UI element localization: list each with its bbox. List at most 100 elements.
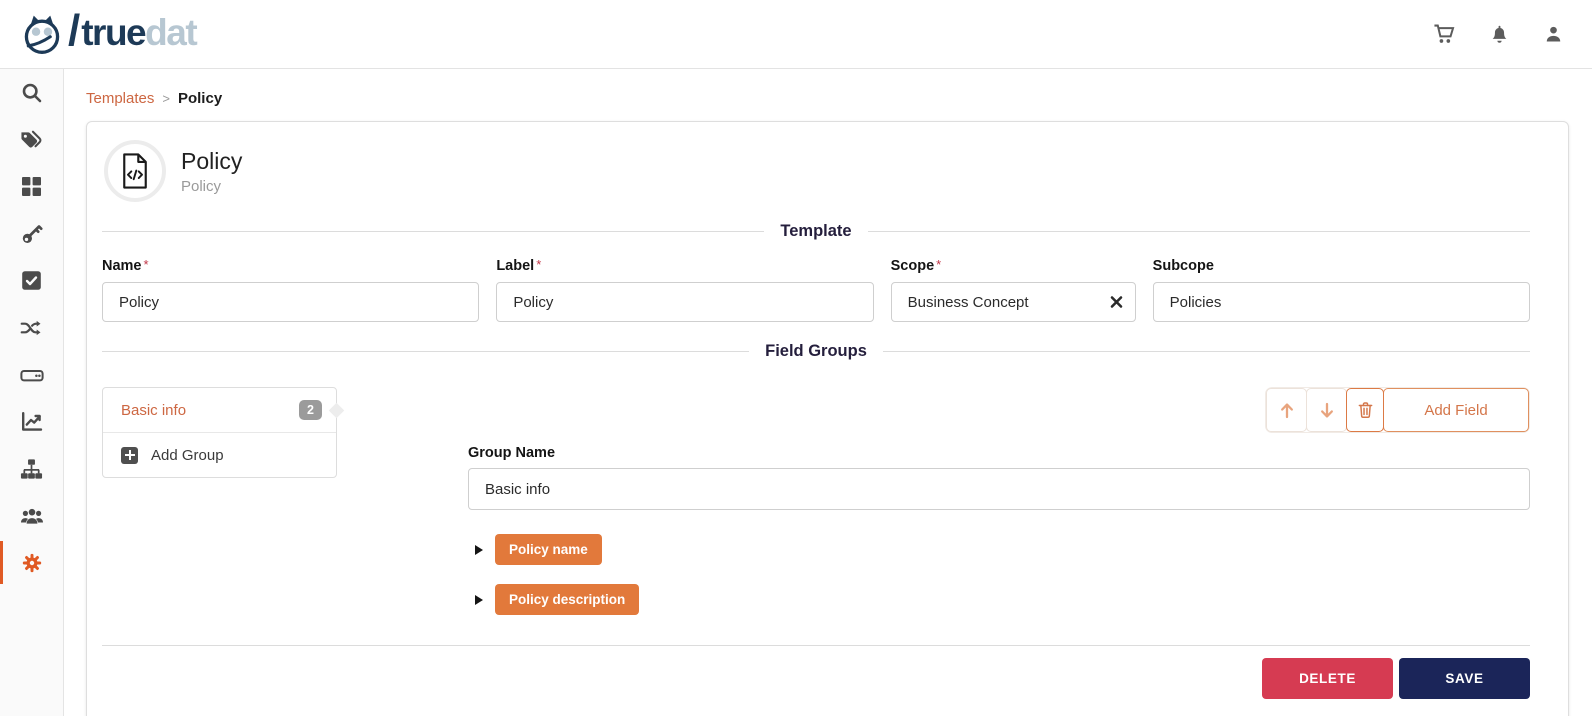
page-title: Policy: [181, 148, 242, 175]
move-down-button[interactable]: [1306, 388, 1347, 432]
file-code-icon: [118, 152, 152, 190]
save-button[interactable]: SAVE: [1399, 658, 1530, 699]
user-icon[interactable]: [1543, 23, 1564, 45]
delete-group-button[interactable]: [1346, 388, 1384, 432]
sidebar-item-drive[interactable]: [0, 351, 63, 398]
breadcrumb: Templates > Policy: [86, 90, 1592, 107]
template-avatar: [104, 140, 166, 202]
group-list: Basic info 2 Add Group: [102, 387, 337, 478]
group-item-basic-info[interactable]: Basic info 2: [103, 388, 336, 433]
add-field-label: Add Field: [1424, 402, 1487, 419]
sidebar-item-check[interactable]: [0, 257, 63, 304]
bell-icon[interactable]: [1489, 23, 1510, 45]
scope-label: Scope: [891, 258, 935, 274]
arrow-up-icon: [1279, 402, 1295, 419]
left-sidebar: [0, 69, 64, 716]
drive-icon: [20, 364, 44, 386]
breadcrumb-separator: >: [162, 91, 170, 106]
field-chip[interactable]: Policy name: [495, 534, 602, 565]
field-chip-list: Policy name Policy description: [468, 534, 1530, 615]
group-name-field: [468, 468, 1530, 510]
page-subtitle: Policy: [181, 178, 242, 195]
move-up-button[interactable]: [1266, 388, 1307, 432]
cart-icon[interactable]: [1433, 23, 1456, 45]
clear-x-icon[interactable]: [1110, 296, 1123, 309]
label-label: Label: [496, 258, 534, 274]
group-name-input[interactable]: [468, 468, 1530, 510]
sidebar-item-sitemap[interactable]: [0, 445, 63, 492]
brand-word-secondary: dat: [145, 12, 196, 53]
group-toolbar: Add Field: [1265, 387, 1530, 433]
field-label: Label*: [496, 257, 873, 322]
footer-actions: DELETE SAVE: [102, 646, 1530, 716]
top-navbar: / truedat: [0, 0, 1592, 69]
sidebar-item-grid[interactable]: [0, 163, 63, 210]
sidebar-item-settings[interactable]: [0, 539, 63, 586]
group-name-label: Group Name: [468, 445, 1530, 461]
sitemap-icon: [20, 458, 43, 480]
card-header: Policy Policy: [102, 140, 1530, 202]
check-square-icon: [21, 270, 42, 291]
sidebar-item-tags[interactable]: [0, 116, 63, 163]
required-mark: *: [936, 257, 941, 272]
add-group-button[interactable]: Add Group: [103, 433, 336, 477]
sidebar-item-key[interactable]: [0, 210, 63, 257]
search-icon: [21, 82, 43, 104]
add-field-button[interactable]: Add Field: [1383, 388, 1529, 432]
group-editor: Add Field Group Name Policy name: [468, 387, 1530, 615]
plus-square-icon: [121, 447, 138, 464]
label-input[interactable]: [496, 282, 873, 322]
group-item-label: Basic info: [121, 402, 186, 419]
sidebar-item-shuffle[interactable]: [0, 304, 63, 351]
caret-right-icon[interactable]: [475, 595, 483, 605]
key-icon: [21, 223, 43, 245]
tags-icon: [20, 129, 43, 151]
owl-icon: [20, 11, 64, 57]
subcope-label: Subcope: [1153, 258, 1214, 274]
brand-word-primary: true: [81, 12, 145, 53]
template-form: Name* Label* Scope*: [102, 257, 1530, 322]
main-content: Templates > Policy: [64, 69, 1592, 716]
shuffle-icon: [20, 318, 43, 338]
section-field-groups-title: Field Groups: [765, 342, 867, 361]
toolbar-row: Add Field: [468, 387, 1530, 433]
scope-input[interactable]: [891, 282, 1136, 322]
field-row-policy-name: Policy name: [475, 534, 1530, 565]
divider-line: [102, 351, 749, 352]
group-count-badge: 2: [299, 400, 322, 420]
required-mark: *: [536, 257, 541, 272]
arrow-down-icon: [1319, 402, 1335, 419]
delete-button[interactable]: DELETE: [1262, 658, 1393, 699]
brand-logo[interactable]: / truedat: [20, 11, 196, 57]
users-icon: [20, 506, 44, 526]
template-card: Policy Policy Template Name* Label*: [86, 121, 1569, 716]
gear-icon: [21, 552, 43, 574]
trash-icon: [1357, 401, 1374, 419]
section-field-groups: Field Groups: [102, 342, 1530, 361]
breadcrumb-current: Policy: [178, 90, 222, 107]
sidebar-item-users[interactable]: [0, 492, 63, 539]
field-row-policy-description: Policy description: [475, 584, 1530, 615]
section-template: Template: [102, 222, 1530, 241]
required-mark: *: [144, 257, 149, 272]
field-subcope: Subcope: [1153, 257, 1530, 322]
divider-line: [102, 231, 764, 232]
breadcrumb-templates[interactable]: Templates: [86, 90, 154, 107]
caret-right-icon[interactable]: [475, 545, 483, 555]
sidebar-item-chart[interactable]: [0, 398, 63, 445]
sidebar-item-search[interactable]: [0, 69, 63, 116]
divider-line: [868, 231, 1530, 232]
field-chip[interactable]: Policy description: [495, 584, 639, 615]
name-label: Name: [102, 258, 142, 274]
divider-line: [883, 351, 1530, 352]
name-input[interactable]: [102, 282, 479, 322]
chart-line-icon: [21, 411, 43, 432]
section-template-title: Template: [780, 222, 851, 241]
field-name: Name*: [102, 257, 479, 322]
subcope-input[interactable]: [1153, 282, 1530, 322]
navbar-actions: [1433, 23, 1564, 45]
grid-icon: [21, 176, 42, 197]
field-scope: Scope*: [891, 257, 1136, 322]
brand-slash: /: [68, 9, 80, 53]
field-groups-area: Basic info 2 Add Group: [102, 387, 1530, 615]
